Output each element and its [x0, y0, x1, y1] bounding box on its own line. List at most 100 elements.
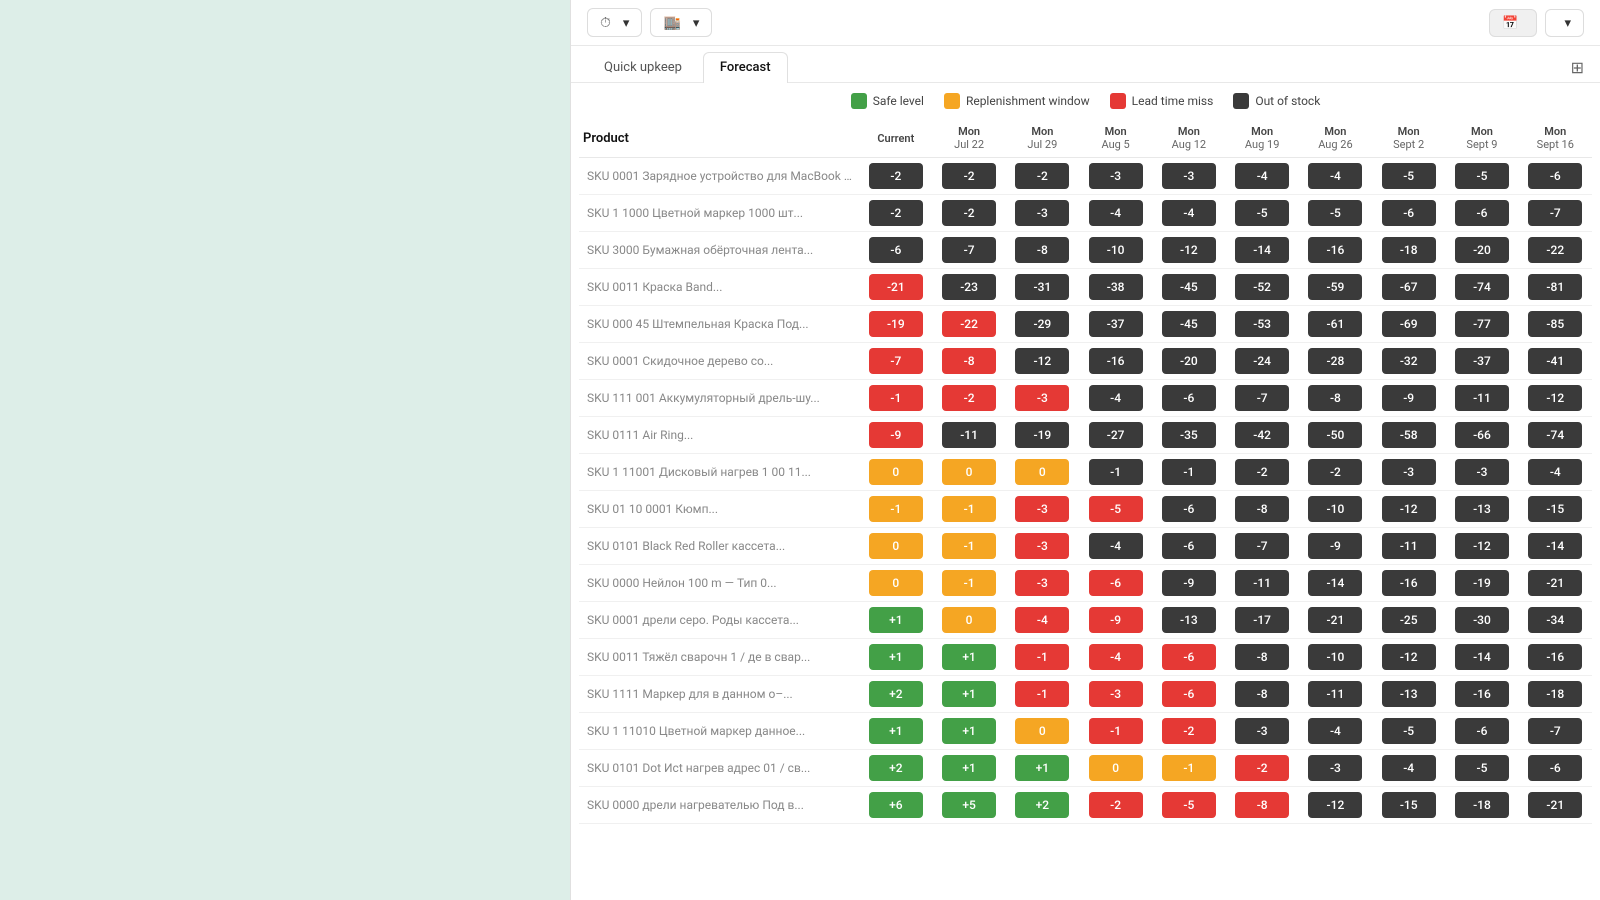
value-cell: -2 [1152, 713, 1225, 750]
safe-level-label: Safe level [873, 94, 924, 108]
value-cell: +1 [859, 713, 932, 750]
value-cell: -13 [1372, 676, 1445, 713]
table-row: SKU 0000 Нейлон 100 m — Тип 0...0-1-3-6-… [579, 565, 1592, 602]
value-cell: -1 [859, 491, 932, 528]
value-cell: 0 [932, 602, 1005, 639]
value-cell: -20 [1445, 232, 1518, 269]
value-cell: -81 [1519, 269, 1592, 306]
relative-qty-button[interactable]: ▾ [1545, 9, 1584, 37]
value-cell: -8 [1299, 380, 1372, 417]
value-cell: -50 [1299, 417, 1372, 454]
product-cell: SKU 0011 Краска Вand... [579, 269, 859, 306]
value-cell: -12 [1152, 232, 1225, 269]
value-cell: -13 [1152, 602, 1225, 639]
legend-safe-level: Safe level [851, 93, 924, 109]
value-cell: -7 [1519, 195, 1592, 232]
value-cell: -14 [1226, 232, 1299, 269]
value-cell: -21 [859, 269, 932, 306]
value-cell: -52 [1226, 269, 1299, 306]
tab-forecast[interactable]: Forecast [703, 52, 788, 83]
table-row: SKU 1 11010 Цветной маркер данное...+1+1… [579, 713, 1592, 750]
value-cell: +1 [859, 639, 932, 676]
value-cell: -21 [1299, 602, 1372, 639]
grid-view-icon[interactable]: ⊞ [1571, 58, 1584, 77]
value-cell: -7 [859, 343, 932, 380]
value-cell: -16 [1519, 639, 1592, 676]
toolbar-left: ⏱ ▾ 🏬 ▾ [587, 8, 712, 37]
col-header-aug12: MonAug 12 [1152, 119, 1225, 158]
value-cell: -5 [1445, 158, 1518, 195]
store-icon: 🏬 [663, 14, 680, 31]
value-cell: -10 [1299, 639, 1372, 676]
value-cell: -11 [1299, 676, 1372, 713]
product-cell: SKU 0101 Dot Исt нагрев адрес 01 / св... [579, 750, 859, 787]
table-row: SKU 0011 Тяжёл сварочн 1 / де в свар...+… [579, 639, 1592, 676]
value-cell: -53 [1226, 306, 1299, 343]
value-cell: -12 [1519, 380, 1592, 417]
lookback-button[interactable]: ⏱ ▾ [587, 8, 642, 37]
value-cell: 0 [1006, 713, 1079, 750]
value-cell: -1 [1079, 454, 1152, 491]
product-cell: SKU 0111 Air Ring... [579, 417, 859, 454]
value-cell: -6 [1372, 195, 1445, 232]
value-cell: -5 [1079, 491, 1152, 528]
product-cell: SKU 1 1000 Цветной маркер 1000 шт... [579, 195, 859, 232]
table-row: SKU 1111 Маркер для в данном о–...+2+1-1… [579, 676, 1592, 713]
table-row: SKU 3000 Бумажная обёрточная лента...-6-… [579, 232, 1592, 269]
value-cell: -14 [1299, 565, 1372, 602]
value-cell: -34 [1519, 602, 1592, 639]
value-cell: -4 [1079, 528, 1152, 565]
value-cell: -9 [859, 417, 932, 454]
value-cell: -4 [1372, 750, 1445, 787]
value-cell: -1 [932, 528, 1005, 565]
product-cell: SKU 0000 Нейлон 100 m — Тип 0... [579, 565, 859, 602]
col-header-product: Product [579, 119, 859, 158]
product-cell: SKU 000 45 Штемпельная Краска Под... [579, 306, 859, 343]
value-cell: -4 [1079, 195, 1152, 232]
tab-quick-upkeep[interactable]: Quick upkeep [587, 52, 699, 82]
value-cell: -3 [1152, 158, 1225, 195]
col-header-aug5: MonAug 5 [1079, 119, 1152, 158]
value-cell: -67 [1372, 269, 1445, 306]
value-cell: -11 [1445, 380, 1518, 417]
value-cell: +1 [932, 676, 1005, 713]
value-cell: +2 [1006, 787, 1079, 824]
table-row: SKU 0011 Краска Вand...-21-23-31-38-45-5… [579, 269, 1592, 306]
value-cell: -22 [1519, 232, 1592, 269]
vendors-button[interactable]: 🏬 ▾ [650, 8, 712, 37]
value-cell: 0 [859, 565, 932, 602]
value-cell: -20 [1152, 343, 1225, 380]
value-cell: -9 [1152, 565, 1225, 602]
table-row: SKU 0001 Зарядное устройство для MacBook… [579, 158, 1592, 195]
product-cell: SKU 0011 Тяжёл сварочн 1 / де в свар... [579, 639, 859, 676]
forecast-on-button[interactable]: 📅 [1489, 9, 1537, 37]
value-cell: -1 [932, 565, 1005, 602]
out-of-stock-dot [1233, 93, 1249, 109]
value-cell: -35 [1152, 417, 1225, 454]
value-cell: -6 [1152, 676, 1225, 713]
col-header-sept9: MonSept 9 [1445, 119, 1518, 158]
value-cell: -11 [1226, 565, 1299, 602]
value-cell: -19 [1006, 417, 1079, 454]
clock-icon: ⏱ [600, 14, 611, 31]
calendar-icon: 📅 [1502, 15, 1518, 31]
toolbar-right: 📅 ▾ [1489, 9, 1584, 37]
safe-level-dot [851, 93, 867, 109]
table-row: SKU 000 45 Штемпельная Краска Под...-19-… [579, 306, 1592, 343]
value-cell: +6 [859, 787, 932, 824]
value-cell: -74 [1519, 417, 1592, 454]
value-cell: -3 [1445, 454, 1518, 491]
value-cell: -1 [1079, 713, 1152, 750]
value-cell: -2 [859, 195, 932, 232]
col-header-aug26: MonAug 26 [1299, 119, 1372, 158]
product-cell: SKU 0000 дрели нагревателью Под в... [579, 787, 859, 824]
value-cell: 0 [932, 454, 1005, 491]
value-cell: 0 [1006, 454, 1079, 491]
relative-qty-chevron-icon: ▾ [1564, 15, 1571, 31]
value-cell: -4 [1152, 195, 1225, 232]
product-cell: SKU 0001 дрели серо. Роды кассета... [579, 602, 859, 639]
product-cell: SKU 1111 Маркер для в данном о–... [579, 676, 859, 713]
value-cell: -31 [1006, 269, 1079, 306]
value-cell: -25 [1372, 602, 1445, 639]
value-cell: -3 [1006, 565, 1079, 602]
